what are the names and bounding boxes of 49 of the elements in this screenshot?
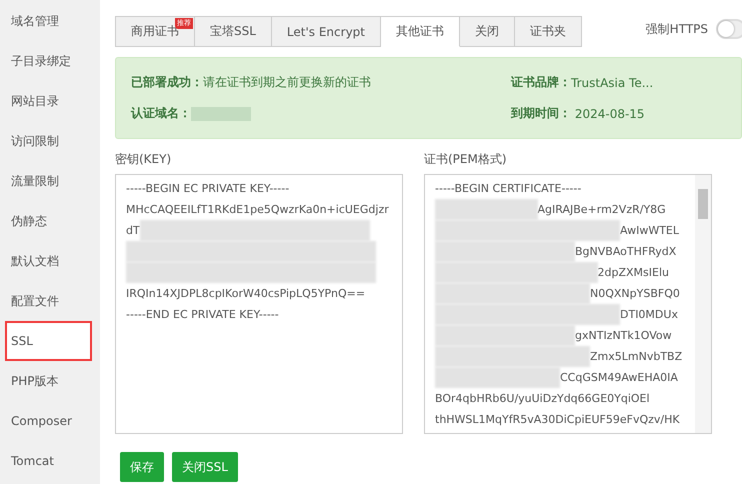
- sidebar-item[interactable]: 配置文件: [0, 281, 100, 321]
- sidebar-item[interactable]: 子目录绑定: [0, 41, 100, 81]
- sidebar-item[interactable]: SSL: [5, 321, 92, 361]
- code-line: DTI0MDUx: [620, 308, 678, 321]
- sidebar-item[interactable]: PHP版本: [0, 361, 100, 401]
- code-line: thHWSL1MqYfR5vA30DiCpiEUF59eFvQzv/HK: [435, 413, 680, 426]
- redacted-block: [191, 106, 251, 120]
- certificate-field[interactable]: [424, 174, 712, 434]
- status-label: 已部署成功：: [131, 74, 203, 91]
- code-line: -----END EC PRIVATE KEY-----: [126, 308, 279, 321]
- tab[interactable]: Let's Encrypt: [272, 16, 381, 47]
- code-line: -----BEGIN CERTIFICATE-----: [435, 182, 582, 195]
- sidebar-item[interactable]: 流量限制: [0, 161, 100, 201]
- code-line: AgIRAJBe+rm2VzR/Y8G: [538, 203, 666, 216]
- tab[interactable]: 宝塔SSL: [195, 16, 272, 47]
- brand-value: TrustAsia Te...: [571, 76, 654, 90]
- force-https-label: 强制HTTPS: [646, 20, 708, 38]
- code-line: BOr4qbHRb6U/yuUiDzYdq66GE0YqiOEl: [435, 392, 650, 405]
- code-line: -----BEGIN EC PRIVATE KEY-----: [126, 182, 290, 195]
- code-line: N0QXNpYSBFQ0: [590, 287, 680, 300]
- tab[interactable]: 关闭: [460, 16, 515, 47]
- code-line: Zmx5LmNvbTBZ: [590, 350, 682, 363]
- code-line: dT: [126, 224, 140, 237]
- code-line: IRQIn14XJDPL8cpIKorW40csPipLQ5YPnQ==: [126, 287, 366, 300]
- tab[interactable]: 其他证书: [381, 16, 460, 47]
- key-field[interactable]: -----BEGIN EC PRIVATE KEY----- MHcCAQEEILfT1RKdE1pe5QwzrKa0n+icUEGdjzr dT IRQIn14XJDPL8cpIKorW40csPipLQ5YPnQ== -----END EC PRIVATE KEY-----: [115, 174, 403, 434]
- sidebar-item[interactable]: Tomcat: [0, 441, 100, 481]
- domain-label: 认证域名：: [131, 105, 191, 122]
- expiry-label: 到期时间：: [511, 105, 571, 122]
- certificate-label: 证书(PEM格式): [424, 151, 508, 168]
- sidebar-item[interactable]: 默认文档: [0, 241, 100, 281]
- force-https-switch[interactable]: [716, 19, 742, 39]
- code-line: gxNTIzNTk1OVow: [575, 329, 672, 342]
- sidebar-item[interactable]: 伪静态: [0, 201, 100, 241]
- scrollbar[interactable]: [695, 175, 711, 433]
- expiry-value: 2024-08-15: [574, 106, 645, 120]
- sidebar-item[interactable]: 域名管理: [0, 1, 100, 41]
- sidebar-item[interactable]: 访问限制: [0, 121, 100, 161]
- sidebar-item[interactable]: 网站目录: [0, 81, 100, 121]
- code-line: CCqGSM49AwEHA0IA: [560, 371, 678, 384]
- code-line: AwIwWTEL: [620, 224, 679, 237]
- brand-label: 证书品牌：: [511, 74, 571, 91]
- code-line: BgNVBAoTHFRydX: [575, 245, 676, 258]
- code-line: MHcCAQEEILfT1RKdE1pe5QwzrKa0n+icUEGdjzr: [126, 203, 389, 216]
- key-label: 密钥(KEY): [115, 151, 172, 168]
- sidebar-item[interactable]: Composer: [0, 401, 100, 441]
- tab[interactable]: 证书夹: [515, 16, 582, 47]
- status-text: 请在证书到期之前更换新的证书: [203, 74, 371, 91]
- code-line: 2dpZXMsIElu: [598, 266, 669, 279]
